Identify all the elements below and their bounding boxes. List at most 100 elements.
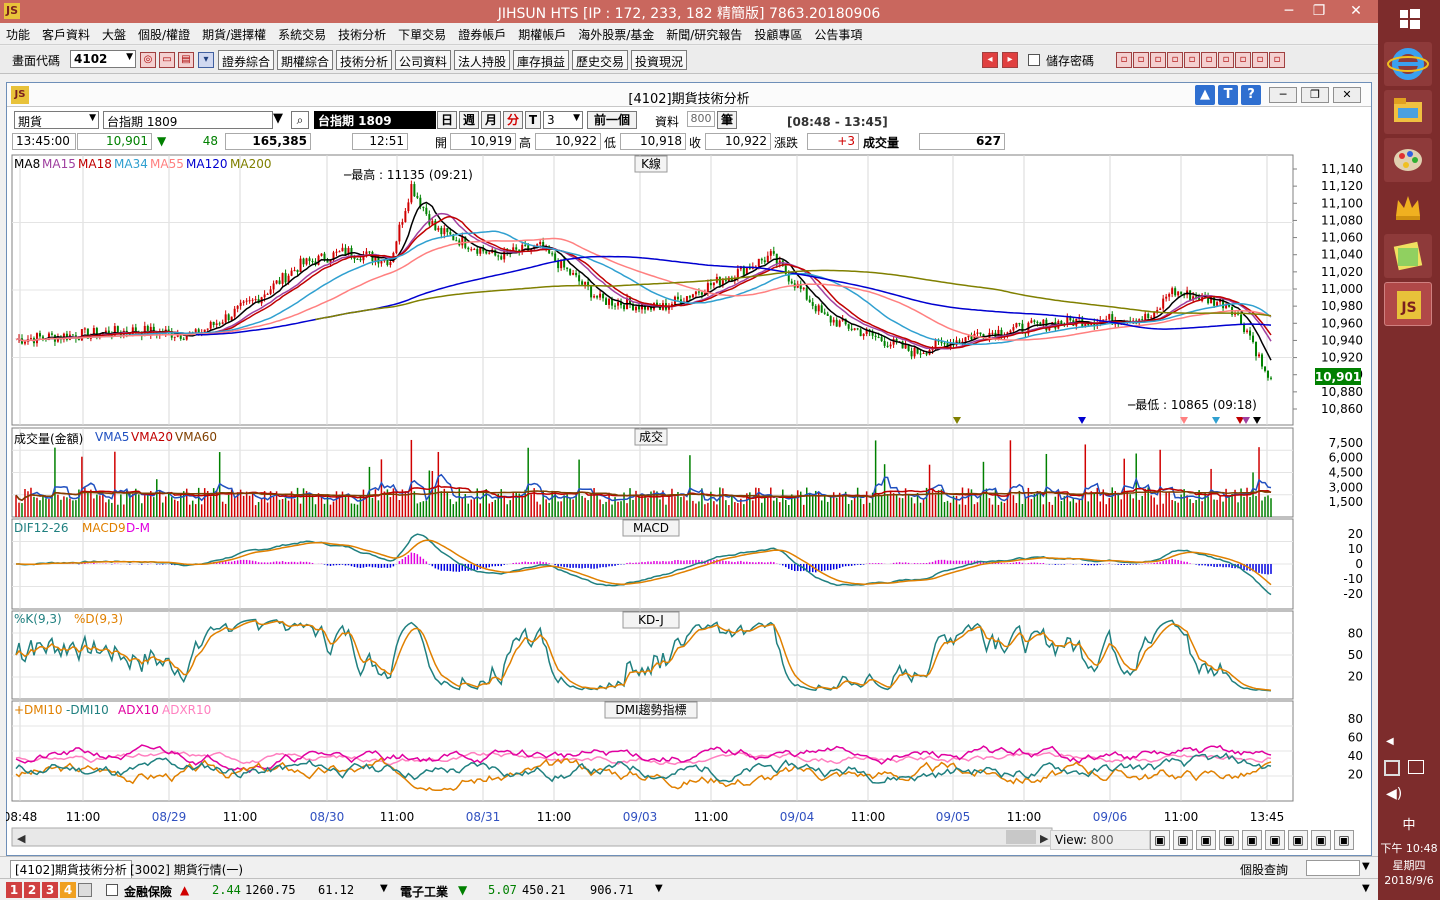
child-minimize-button[interactable]: ─ (1269, 87, 1297, 103)
scroll-right-icon[interactable]: ▶ (1040, 832, 1049, 845)
tab-futures-quotes[interactable]: [3002] 期貨行情(一) (130, 861, 243, 878)
jihsun-hts-icon[interactable]: JS (1384, 282, 1432, 326)
view-tool-icon-2[interactable]: ▣ (1196, 830, 1216, 850)
volume-icon[interactable]: ◀) (1386, 786, 1402, 802)
scrollbar-thumb[interactable] (1006, 830, 1036, 844)
ticker-checkbox[interactable] (106, 884, 118, 896)
layout-button-3[interactable]: 3 (42, 882, 58, 898)
toolbar-button-5[interactable]: 庫存損益 (513, 50, 570, 70)
menu-item-2[interactable]: 大盤 (96, 23, 132, 43)
period-day-button[interactable]: 日 (437, 111, 457, 129)
tool-icon-3[interactable]: ▫ (1167, 52, 1183, 68)
chevron-down-icon[interactable]: ▼ (655, 883, 663, 894)
tool-icon-4[interactable]: ▫ (1184, 52, 1200, 68)
period-month-button[interactable]: 月 (481, 111, 501, 129)
close-button[interactable]: ✕ (1336, 0, 1376, 23)
view-value[interactable]: 800 (1091, 833, 1114, 847)
clock-time[interactable]: 下午 10:48 (1378, 840, 1440, 856)
arrow-up-button[interactable]: ▲ (1195, 85, 1215, 105)
help-button[interactable]: ? (1241, 85, 1261, 105)
layout-button-1[interactable]: 1 (6, 882, 22, 898)
stock-query-input[interactable] (1306, 860, 1360, 876)
child-restore-button[interactable]: ❐ (1301, 87, 1329, 103)
search-icon[interactable]: ⌕ (291, 111, 309, 129)
market-select[interactable]: 期貨 ▼ (14, 111, 99, 129)
contract-select[interactable]: 台指期 1809 (103, 111, 273, 129)
view-tool-icon-0[interactable]: ▣ (1150, 830, 1170, 850)
tool-icon-8[interactable]: ▫ (1252, 52, 1268, 68)
chevron-down-icon[interactable]: ▼ (380, 883, 388, 894)
lock-icon[interactable] (78, 883, 92, 897)
next-icon[interactable]: ▸ (1002, 52, 1018, 68)
menu-item-5[interactable]: 系統交易 (272, 23, 332, 43)
period-minute-button[interactable]: 分 (503, 111, 523, 129)
chevron-down-icon[interactable]: ▼ (273, 111, 289, 129)
menu-item-9[interactable]: 期權帳戶 (512, 23, 572, 43)
paint-icon[interactable] (1384, 138, 1432, 182)
tool-icon-2[interactable]: ▫ (1150, 52, 1166, 68)
minimize-button[interactable]: ─ (1274, 0, 1304, 23)
tray-app-icon[interactable] (1384, 760, 1400, 776)
view-tool-icon-5[interactable]: ▣ (1265, 830, 1285, 850)
restore-button[interactable]: ❐ (1304, 0, 1334, 23)
tab-technical-analysis[interactable]: [4102]期貨技術分析 (10, 860, 132, 878)
toolbar-button-1[interactable]: 期權綜合 (277, 50, 334, 70)
toolbar-button-2[interactable]: 技術分析 (336, 50, 393, 70)
crown-icon[interactable] (1384, 186, 1432, 230)
network-icon[interactable] (1408, 760, 1424, 774)
tool-icon-0[interactable]: ▫ (1116, 52, 1132, 68)
menu-item-11[interactable]: 新聞/研究報告 (660, 23, 748, 43)
tray-expand-icon[interactable]: ◀ (1386, 736, 1394, 747)
internet-explorer-icon[interactable] (1384, 42, 1432, 86)
menu-item-3[interactable]: 個股/權證 (132, 23, 196, 43)
menu-item-0[interactable]: 功能 (0, 23, 36, 43)
layout-button-4[interactable]: 4 (60, 882, 76, 898)
child-close-button[interactable]: ✕ (1333, 87, 1361, 103)
view-tool-icon-8[interactable]: ▣ (1334, 830, 1354, 850)
view-tool-icon-1[interactable]: ▣ (1173, 830, 1193, 850)
menu-item-12[interactable]: 投顧專區 (748, 23, 808, 43)
tool-icon-7[interactable]: ▫ (1235, 52, 1251, 68)
view-tool-icon-6[interactable]: ▣ (1288, 830, 1308, 850)
chevron-down-icon[interactable]: ▼ (1362, 861, 1370, 872)
previous-button[interactable]: 前一個 (587, 111, 637, 129)
toolbar-button-3[interactable]: 公司資料 (395, 50, 452, 70)
toolbar-button-4[interactable]: 法人持股 (454, 50, 511, 70)
view-tool-icon-3[interactable]: ▣ (1219, 830, 1239, 850)
windows-start-icon[interactable] (1384, 0, 1432, 44)
code-input[interactable]: 4102 ▼ (70, 50, 136, 68)
toolbar-button-7[interactable]: 投資現況 (631, 50, 688, 70)
interval-select[interactable]: 3 ▼ (543, 111, 583, 129)
menu-item-13[interactable]: 公告事項 (808, 23, 868, 43)
tool-icon-5[interactable]: ▫ (1201, 52, 1217, 68)
data-count-input[interactable]: 800 (687, 111, 715, 127)
menu-item-8[interactable]: 證券帳戶 (452, 23, 512, 43)
ime-indicator[interactable]: 中 (1378, 814, 1440, 833)
toolbar-button-0[interactable]: 證券綜合 (218, 50, 275, 70)
tool-icon-9[interactable]: ▫ (1269, 52, 1285, 68)
tool-icon-6[interactable]: ▫ (1218, 52, 1234, 68)
menu-item-4[interactable]: 期貨/選擇權 (196, 23, 272, 43)
folder-icon[interactable]: ▭ (159, 52, 175, 68)
scroll-left-icon[interactable]: ◀ (17, 832, 26, 845)
period-tick-button[interactable]: T (525, 111, 541, 129)
menu-item-10[interactable]: 海外股票/基金 (572, 23, 660, 43)
view-tool-icon-7[interactable]: ▣ (1311, 830, 1331, 850)
search-icon[interactable]: ◎ (140, 52, 156, 68)
save-password-checkbox[interactable] (1028, 54, 1040, 66)
chevron-down-icon[interactable]: ▼ (1362, 883, 1370, 894)
layout-button-2[interactable]: 2 (24, 882, 40, 898)
sticky-notes-icon[interactable] (1384, 234, 1432, 278)
tool-icon-1[interactable]: ▫ (1133, 52, 1149, 68)
view-tool-icon-4[interactable]: ▣ (1242, 830, 1262, 850)
menu-item-7[interactable]: 下單交易 (392, 23, 452, 43)
print-icon[interactable]: ▤ (178, 52, 194, 68)
text-button[interactable]: T (1218, 85, 1238, 105)
menu-item-1[interactable]: 客戶資料 (36, 23, 96, 43)
menu-item-6[interactable]: 技術分析 (332, 23, 392, 43)
horizontal-scrollbar[interactable] (11, 827, 1053, 847)
dropdown-icon[interactable]: ▾ (198, 52, 214, 68)
file-explorer-icon[interactable] (1384, 90, 1432, 134)
period-week-button[interactable]: 週 (459, 111, 479, 129)
toolbar-button-6[interactable]: 歷史交易 (572, 50, 629, 70)
